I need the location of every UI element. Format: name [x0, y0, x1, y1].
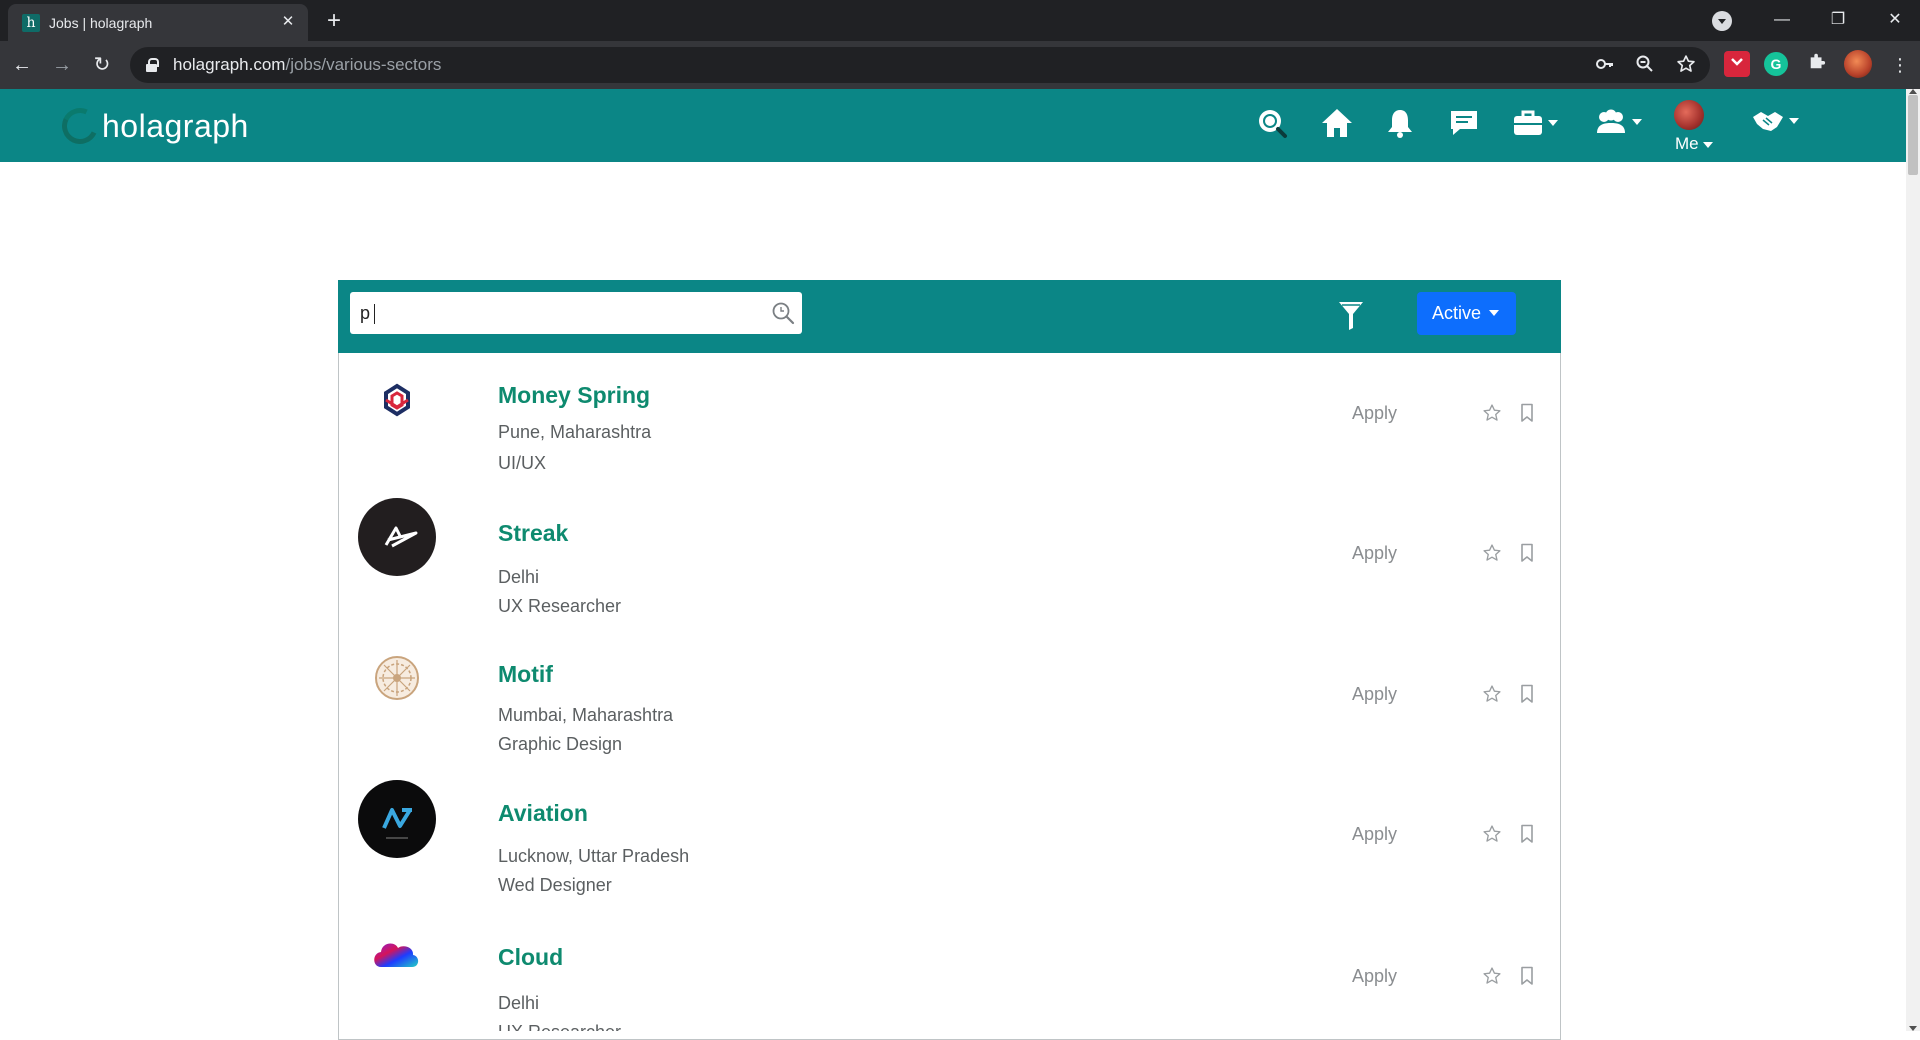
close-tab-icon[interactable]: ✕ [278, 12, 298, 32]
notifications-bell-icon[interactable] [1386, 107, 1414, 141]
company-name[interactable]: Money Spring [498, 381, 650, 409]
apply-button[interactable]: Apply [1352, 402, 1397, 424]
favorite-star-icon[interactable] [1482, 684, 1504, 706]
company-logo-money-spring [357, 361, 437, 441]
url-text: holagraph.com/jobs/various-sectors [173, 55, 442, 74]
filter-funnel-icon[interactable] [1338, 300, 1364, 332]
save-bookmark-icon[interactable] [1519, 824, 1537, 846]
grammarly-extension-icon[interactable]: G [1764, 52, 1788, 76]
apply-button[interactable]: Apply [1352, 823, 1397, 845]
chevron-down-icon [1632, 119, 1643, 125]
logo-mark-icon [56, 102, 104, 150]
job-search-input[interactable] [360, 298, 760, 328]
job-listing[interactable]: Streak Delhi UX Researcher Apply [339, 493, 1560, 633]
job-role: Graphic Design [498, 734, 623, 754]
home-icon[interactable] [1320, 107, 1354, 141]
bookmark-star-icon[interactable] [1675, 54, 1697, 76]
profile-avatar[interactable] [1844, 50, 1872, 78]
search-nav-icon[interactable] [1256, 107, 1288, 141]
browser-toolbar: ← → ↻ holagraph.com/jobs/various-sectors… [0, 41, 1920, 89]
page-scrollbar[interactable] [1906, 89, 1920, 1031]
job-listing[interactable]: Aviation Lucknow, Uttar Pradesh Wed Desi… [339, 773, 1560, 913]
chevron-down-icon [1703, 141, 1714, 148]
favorite-star-icon[interactable] [1482, 824, 1504, 846]
zoom-icon[interactable] [1634, 54, 1656, 76]
text-cursor [374, 304, 375, 324]
me-menu[interactable]: Me [1675, 135, 1714, 153]
company-name[interactable]: Cloud [498, 943, 563, 971]
chevron-down-icon [1548, 120, 1559, 126]
partnership-handshake-icon[interactable] [1751, 107, 1803, 141]
close-window-button[interactable]: ✕ [1880, 6, 1910, 34]
new-tab-button[interactable]: + [320, 7, 348, 35]
company-logo-cloud [357, 917, 437, 997]
job-location: Delhi [498, 993, 540, 1013]
messages-chat-icon[interactable] [1449, 107, 1479, 141]
browser-tab-strip: h Jobs | holagraph ✕ + — ❐ ✕ [0, 0, 1920, 41]
save-bookmark-icon[interactable] [1519, 543, 1537, 565]
company-logo-streak [358, 498, 436, 576]
browser-menu-icon[interactable]: ⋮ [1886, 51, 1914, 79]
chevron-down-icon [1489, 309, 1500, 316]
job-role: UX Researcher [498, 596, 622, 616]
minimize-button[interactable]: — [1767, 6, 1797, 34]
job-listing[interactable]: Cloud Delhi UX Researcher Apply [339, 913, 1560, 1031]
job-listing[interactable]: Motif Mumbai, Maharashtra Graphic Design… [339, 633, 1560, 773]
favorite-star-icon[interactable] [1482, 403, 1504, 425]
job-role: UI/UX [498, 453, 547, 473]
job-role: UX Researcher [498, 1021, 621, 1031]
tab-search-icon[interactable] [1712, 11, 1732, 31]
restore-button[interactable]: ❐ [1823, 6, 1853, 34]
forward-arrow-icon[interactable]: → [48, 51, 76, 79]
company-name[interactable]: Motif [498, 660, 553, 688]
site-favicon: h [22, 14, 40, 32]
save-bookmark-icon[interactable] [1519, 684, 1537, 706]
job-location: Lucknow, Uttar Pradesh [498, 846, 690, 866]
company-logo-motif [357, 638, 437, 718]
scroll-down-arrow-icon[interactable] [1909, 1026, 1917, 1031]
company-name[interactable]: Aviation [498, 799, 588, 827]
browser-tab[interactable]: h Jobs | holagraph ✕ [8, 4, 308, 41]
apply-button[interactable]: Apply [1352, 683, 1397, 705]
network-people-icon[interactable] [1594, 107, 1644, 141]
scroll-thumb[interactable] [1908, 95, 1918, 175]
back-arrow-icon[interactable]: ← [8, 51, 36, 79]
chevron-down-icon [1789, 118, 1800, 124]
jobs-toolbar: Active [338, 280, 1561, 353]
job-location: Mumbai, Maharashtra [498, 705, 674, 725]
company-logo-aviation [358, 780, 436, 858]
job-search-box[interactable] [350, 292, 802, 334]
reload-icon[interactable]: ↻ [88, 51, 116, 79]
apply-button[interactable]: Apply [1352, 542, 1397, 564]
address-bar[interactable]: holagraph.com/jobs/various-sectors [130, 47, 1710, 83]
apply-button[interactable]: Apply [1352, 965, 1397, 987]
job-location: Pune, Maharashtra [498, 422, 652, 442]
search-icon[interactable] [771, 301, 795, 325]
extensions-puzzle-icon[interactable] [1804, 51, 1830, 77]
scroll-up-arrow-icon[interactable] [1909, 89, 1917, 94]
job-listing[interactable]: Money Spring Pune, Maharashtra UI/UX App… [339, 353, 1560, 493]
site-navbar: holagraph Me [0, 89, 1906, 162]
save-bookmark-icon[interactable] [1519, 403, 1537, 425]
jobs-briefcase-icon[interactable] [1512, 107, 1562, 141]
status-filter-dropdown[interactable]: Active [1417, 292, 1516, 335]
favorite-star-icon[interactable] [1482, 966, 1504, 988]
job-role: Wed Designer [498, 875, 612, 895]
me-avatar[interactable] [1674, 100, 1704, 130]
lock-icon[interactable] [146, 58, 159, 72]
key-icon[interactable] [1594, 54, 1616, 76]
save-bookmark-icon[interactable] [1519, 966, 1537, 988]
pocket-extension-icon[interactable] [1724, 51, 1750, 77]
job-location: Delhi [498, 567, 540, 587]
tab-title: Jobs | holagraph [49, 15, 153, 31]
favorite-star-icon[interactable] [1482, 543, 1504, 565]
logo-text: holagraph [102, 108, 249, 144]
company-name[interactable]: Streak [498, 519, 568, 547]
